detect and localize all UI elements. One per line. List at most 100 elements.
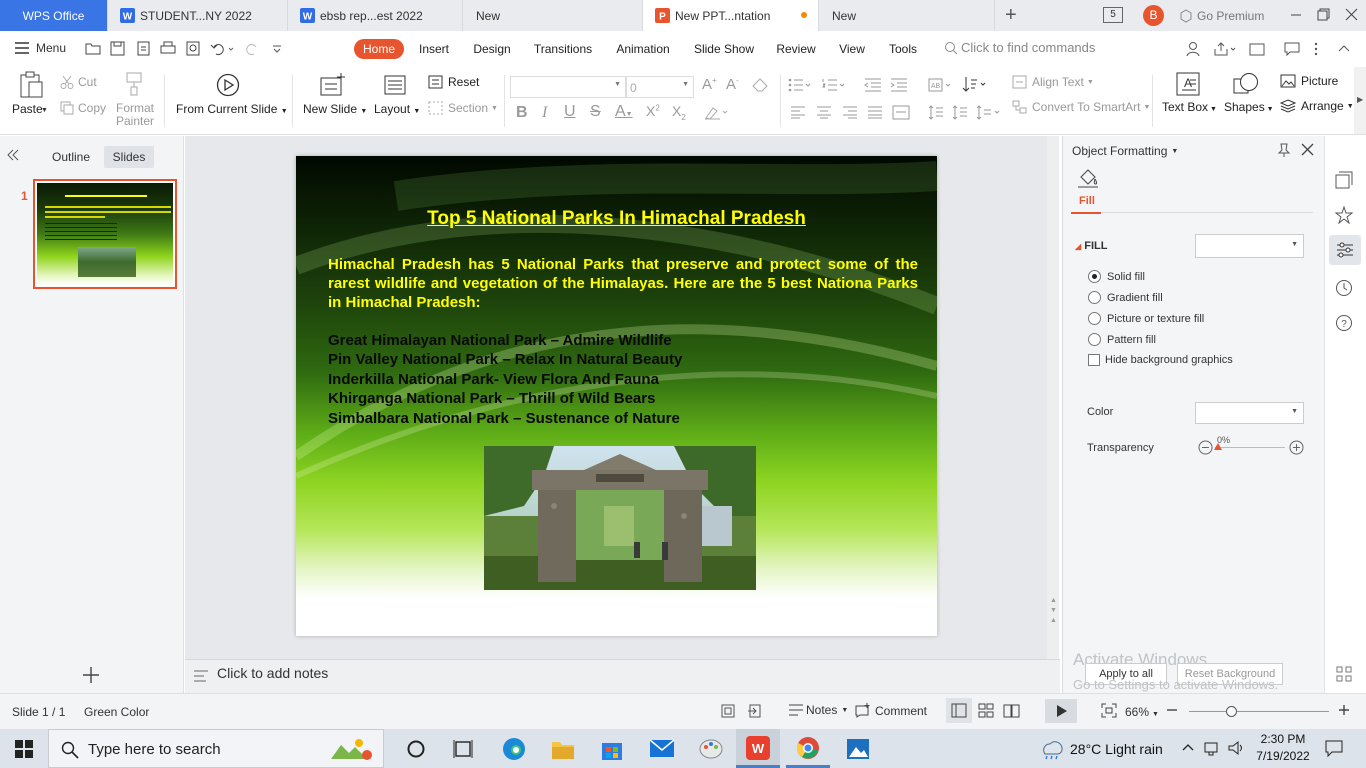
notes-toggle-button[interactable]: Notes ▼ bbox=[788, 703, 848, 717]
windows-start-icon[interactable] bbox=[15, 740, 33, 758]
help-icon[interactable]: ? bbox=[1335, 314, 1353, 332]
volume-icon[interactable] bbox=[1228, 740, 1246, 756]
transparency-slider-track[interactable] bbox=[1215, 447, 1285, 448]
share-user-icon[interactable] bbox=[1186, 41, 1202, 57]
decrease-indent-icon[interactable] bbox=[864, 78, 882, 92]
highlight-icon[interactable] bbox=[704, 104, 730, 120]
close-window-icon[interactable] bbox=[1345, 8, 1358, 21]
tab-outline[interactable]: Outline bbox=[52, 150, 90, 164]
slide[interactable]: Top 5 National Parks In Himachal Pradesh… bbox=[296, 156, 937, 636]
export-pdf-icon[interactable] bbox=[136, 41, 151, 56]
paste-dropdown-icon[interactable]: ▼ bbox=[41, 107, 48, 114]
tab-transitions[interactable]: Transitions bbox=[528, 39, 598, 59]
network-icon[interactable] bbox=[1204, 740, 1222, 756]
save-icon[interactable] bbox=[110, 41, 125, 56]
numbering-icon[interactable] bbox=[822, 78, 850, 92]
paste-button[interactable]: Paste bbox=[12, 102, 43, 116]
park-gate-photo[interactable] bbox=[484, 446, 756, 590]
slide-intro-text[interactable]: Himachal Pradesh has 5 National Parks th… bbox=[328, 255, 918, 312]
clear-format-icon[interactable] bbox=[752, 78, 770, 92]
fit-window-icon[interactable] bbox=[1101, 703, 1117, 718]
zoom-in-icon[interactable] bbox=[1337, 703, 1351, 717]
picture-fill-option[interactable]: Picture or texture fill bbox=[1088, 312, 1204, 325]
transparency-plus-icon[interactable] bbox=[1289, 440, 1304, 455]
open-folder-icon[interactable] bbox=[85, 41, 101, 56]
tab-review[interactable]: Review bbox=[772, 39, 820, 59]
tab-animation[interactable]: Animation bbox=[610, 39, 676, 59]
hide-background-checkbox[interactable]: Hide background graphics bbox=[1088, 354, 1233, 366]
fill-bucket-icon[interactable] bbox=[1077, 168, 1099, 188]
pattern-fill-option[interactable]: Pattern fill bbox=[1088, 333, 1156, 346]
subscript-icon[interactable]: X2 bbox=[672, 103, 686, 122]
panel-title-dropdown[interactable]: Object Formatting ▼ bbox=[1072, 144, 1178, 158]
microsoft-store-icon[interactable] bbox=[600, 737, 624, 761]
clock-time[interactable]: 2:30 PM bbox=[1256, 732, 1310, 746]
main-menu-button[interactable]: Menu bbox=[14, 41, 66, 55]
increase-font-icon[interactable]: A+ bbox=[702, 76, 717, 93]
from-current-slide-button[interactable]: From Current Slide ▼ bbox=[176, 102, 288, 116]
align-center-icon[interactable] bbox=[816, 106, 832, 119]
play-slideshow-button[interactable] bbox=[1045, 699, 1077, 723]
scroll-arrows-icon[interactable]: ▲ ▼ ▲ bbox=[1050, 596, 1057, 636]
slide-thumbnail-1[interactable] bbox=[33, 179, 177, 289]
go-premium-button[interactable]: Go Premium bbox=[1173, 6, 1271, 25]
gradient-fill-option[interactable]: Gradient fill bbox=[1088, 291, 1163, 304]
tab-insert[interactable]: Insert bbox=[412, 39, 456, 59]
restore-icon[interactable] bbox=[1317, 8, 1330, 21]
clock-date[interactable]: 7/19/2022 bbox=[1254, 749, 1312, 763]
transparency-minus-icon[interactable] bbox=[1198, 440, 1213, 455]
chrome-taskbar-button[interactable] bbox=[786, 729, 830, 768]
new-slide-button[interactable]: New Slide ▼ bbox=[303, 102, 367, 116]
tab-home[interactable]: Home bbox=[354, 39, 404, 59]
layout-button[interactable]: Layout ▼ bbox=[374, 102, 420, 116]
font-color-icon[interactable]: A▼ bbox=[615, 103, 633, 121]
copy-button[interactable]: Copy bbox=[60, 101, 106, 115]
format-painter-icon[interactable] bbox=[124, 72, 144, 96]
justify-icon[interactable] bbox=[867, 106, 883, 119]
theme-name[interactable]: Green Color bbox=[84, 705, 149, 719]
columns-icon[interactable] bbox=[976, 105, 1004, 120]
tab-tools[interactable]: Tools bbox=[884, 39, 922, 59]
color-select[interactable]: ▼ bbox=[1195, 402, 1304, 424]
share-icon[interactable] bbox=[1213, 41, 1237, 57]
paragraph-spacing-icon[interactable] bbox=[952, 105, 968, 120]
fill-section-header[interactable]: ◢ FILL bbox=[1075, 240, 1107, 252]
slide-title[interactable]: Top 5 National Parks In Himachal Pradesh bbox=[296, 208, 937, 230]
customize-toolbar-icon[interactable] bbox=[271, 43, 283, 55]
tab-ebsb[interactable]: W ebsb rep...est 2022 bbox=[288, 0, 463, 31]
tray-chevron-icon[interactable] bbox=[1182, 742, 1194, 752]
close-panel-icon[interactable] bbox=[1301, 143, 1314, 156]
cut-button[interactable]: Cut bbox=[60, 75, 97, 89]
reset-button[interactable]: Reset bbox=[428, 75, 479, 89]
minimize-icon[interactable] bbox=[1290, 8, 1302, 22]
weather-text[interactable]: 28°C Light rain bbox=[1070, 741, 1163, 757]
distribute-icon[interactable] bbox=[892, 105, 910, 120]
zoom-slider-thumb[interactable] bbox=[1226, 706, 1237, 717]
tab-count-badge[interactable]: 5 bbox=[1103, 7, 1123, 23]
line-spacing-icon[interactable] bbox=[928, 105, 944, 120]
reading-view-icon[interactable] bbox=[1003, 703, 1020, 718]
file-explorer-icon[interactable] bbox=[551, 738, 575, 760]
ribbon-collapse-icon[interactable] bbox=[1338, 43, 1350, 53]
collapse-pane-icon[interactable] bbox=[6, 149, 20, 161]
tab-new-1[interactable]: New bbox=[463, 0, 643, 31]
solid-fill-option[interactable]: Solid fill bbox=[1088, 270, 1145, 283]
slide-sorter-icon[interactable] bbox=[978, 703, 994, 718]
strikethrough-icon[interactable]: S bbox=[590, 103, 601, 121]
comment-icon[interactable] bbox=[1284, 41, 1300, 57]
wps-taskbar-button[interactable]: W bbox=[736, 729, 780, 768]
tab-new-ppt-active[interactable]: P New PPT...ntation bbox=[643, 0, 819, 31]
italic-icon[interactable]: I bbox=[542, 104, 547, 122]
section-button[interactable]: Section ▼ bbox=[428, 101, 498, 115]
command-search[interactable]: Click to find commands bbox=[944, 40, 1095, 55]
tab-view[interactable]: View bbox=[834, 39, 870, 59]
tab-new-2[interactable]: New bbox=[819, 0, 995, 31]
history-icon[interactable] bbox=[1335, 279, 1353, 297]
pin-icon[interactable] bbox=[1277, 143, 1291, 157]
animation-star-icon[interactable] bbox=[1335, 206, 1353, 224]
notes-bar[interactable]: Click to add notes bbox=[185, 659, 1060, 693]
shapes-icon[interactable] bbox=[1233, 72, 1259, 96]
convert-smartart-button[interactable]: Convert To SmartArt ▼ bbox=[1012, 100, 1150, 114]
bold-icon[interactable]: B bbox=[516, 104, 528, 122]
zoom-slider-track[interactable] bbox=[1189, 711, 1329, 712]
